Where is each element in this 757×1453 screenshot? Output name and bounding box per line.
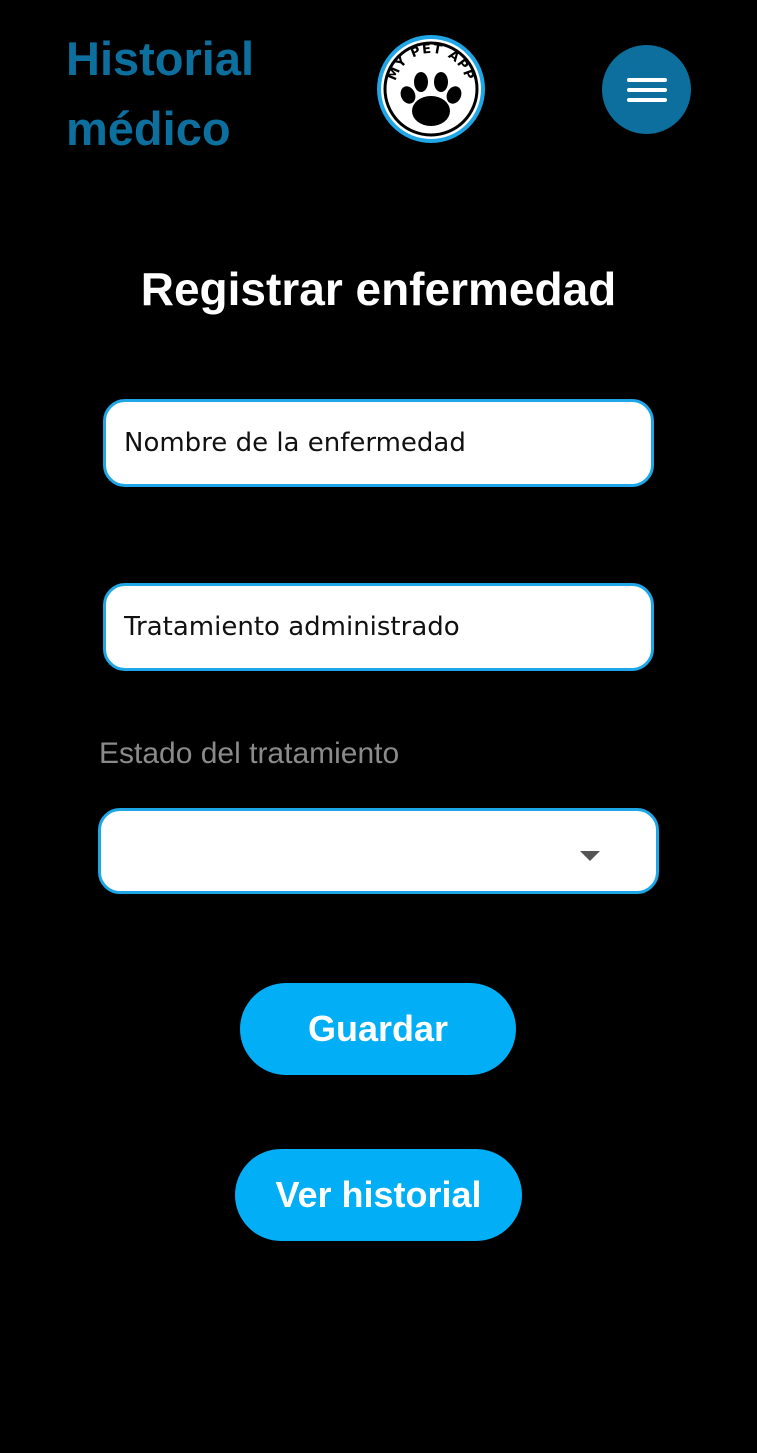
view-history-button[interactable]: Ver historial (235, 1149, 522, 1241)
paw-print-icon: MY PET APP (377, 35, 485, 143)
page-title: Historial médico (66, 32, 255, 155)
save-button[interactable]: Guardar (240, 983, 516, 1075)
treatment-status-label: Estado del tratamiento (99, 737, 400, 770)
treatment-status-select[interactable] (98, 808, 659, 894)
treatment-input[interactable] (103, 583, 654, 671)
dropdown-arrow-icon[interactable] (580, 851, 600, 861)
hamburger-menu-icon (627, 78, 667, 102)
disease-name-input[interactable] (103, 399, 654, 487)
app-logo: MY PET APP (375, 33, 487, 145)
menu-button[interactable] (602, 45, 691, 134)
form-title: Registrar enfermedad (140, 263, 617, 315)
